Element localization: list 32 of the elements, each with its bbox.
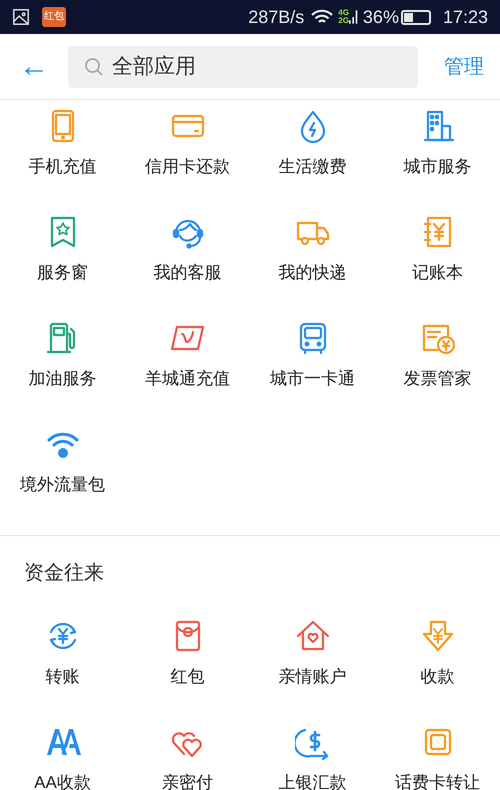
app-item[interactable]: 手机充值	[0, 100, 125, 206]
network-type: 2G	[338, 17, 349, 25]
search-value: 全部应用	[112, 54, 196, 80]
app-item[interactable]: 境外流量包	[0, 418, 125, 524]
app-item[interactable]: 收款	[375, 610, 500, 716]
section-title: 资金往来	[23, 561, 105, 586]
app-item[interactable]: 服务窗	[0, 206, 125, 312]
app-item[interactable]: 信用卡还款	[125, 100, 250, 206]
search-icon	[84, 56, 104, 76]
app-item[interactable]: 上银汇款	[250, 716, 375, 790]
app-item[interactable]: 红包	[125, 610, 250, 716]
battery-icon	[400, 10, 431, 24]
clock: 17:23	[442, 6, 488, 28]
app-item[interactable]: 城市服务	[375, 100, 500, 206]
notification-badge: 红包	[42, 7, 66, 27]
network-type: 4G	[338, 9, 349, 17]
app-item[interactable]: 我的客服	[125, 206, 250, 312]
search-field[interactable]: 全部应用	[68, 46, 418, 88]
app-item[interactable]: 亲情账户	[250, 610, 375, 716]
battery-percent: 36%	[362, 6, 399, 28]
app-item[interactable]: 加油服务	[0, 312, 125, 418]
app-item[interactable]: 我的快递	[250, 206, 375, 312]
app-item[interactable]: 转账	[0, 610, 125, 716]
app-item[interactable]: 发票管家	[375, 312, 500, 418]
signal-icon	[348, 8, 359, 26]
image-icon	[12, 8, 30, 26]
app-item[interactable]: 亲密付	[125, 716, 250, 790]
app-item[interactable]: 城市一卡通	[250, 312, 375, 418]
app-item[interactable]: 羊城通充值	[125, 312, 250, 418]
app-item[interactable]: 记账本	[375, 206, 500, 312]
app-item[interactable]: 生活缴费	[250, 100, 375, 206]
network-speed: 287B/s	[248, 6, 304, 28]
